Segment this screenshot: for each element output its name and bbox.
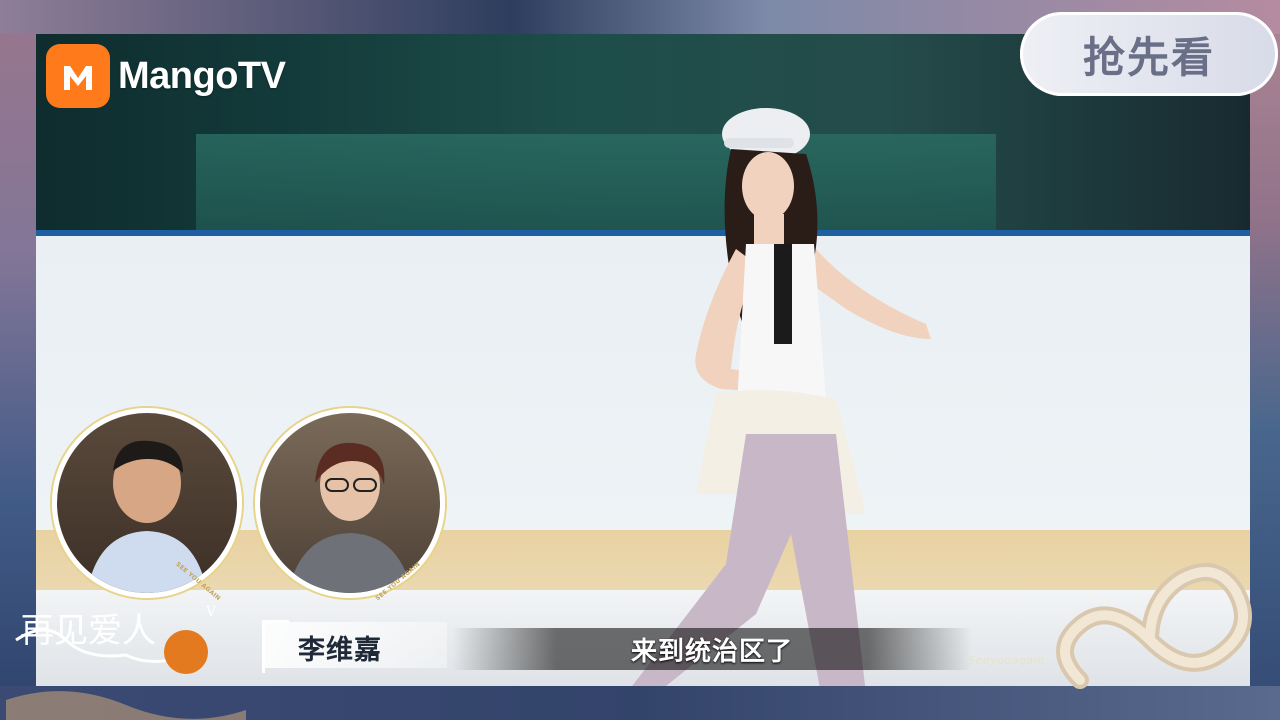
speaker-name-bar: 李维嘉	[262, 622, 447, 668]
infinity-decoration	[1056, 563, 1252, 689]
skater-figure	[632, 108, 931, 686]
watermark-script: Seeyouagain	[968, 654, 1045, 667]
subtitle-bar: 来到统治区了	[452, 628, 972, 670]
show-title: 再见爱人	[20, 611, 156, 651]
show-logo: 再见爱人 V	[6, 604, 246, 720]
mangotv-logo: MangoTV	[46, 44, 286, 108]
preview-badge: 抢先看	[1020, 12, 1278, 96]
subtitle-text: 来到统治区了	[630, 636, 793, 667]
preview-badge-label: 抢先看	[1082, 32, 1215, 82]
mangotv-logo-text: MangoTV	[118, 54, 286, 97]
mangotv-logo-icon	[46, 44, 110, 108]
speaker-name-bracket	[262, 620, 289, 673]
speaker-name: 李维嘉	[298, 635, 382, 666]
show-season: V	[205, 604, 217, 620]
